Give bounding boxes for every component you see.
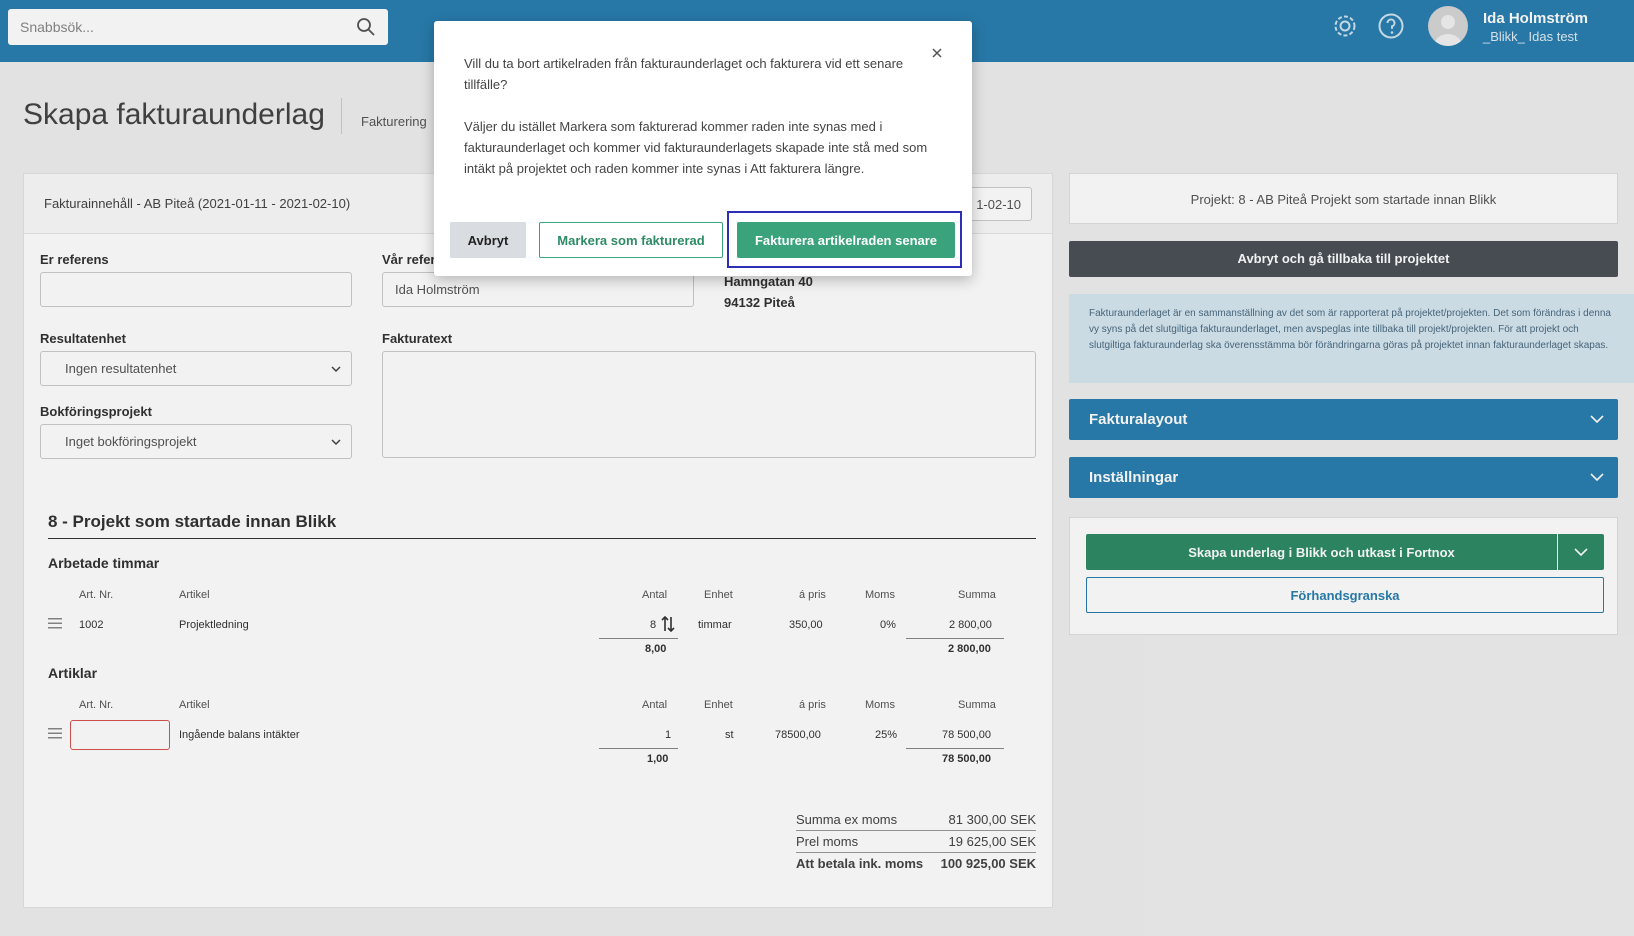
invoice-later-button[interactable]: Fakturera artikelraden senare [737,222,955,258]
dialog-explanation: Väljer du istället Markera som fakturera… [464,119,928,176]
dialog-question: Vill du ta bort artikelraden från faktur… [464,56,904,92]
confirm-dialog: Vill du ta bort artikelraden från faktur… [434,21,972,276]
cancel-button[interactable]: Avbryt [450,222,526,258]
close-icon[interactable] [929,45,945,61]
mark-invoiced-button[interactable]: Markera som fakturerad [539,222,723,258]
